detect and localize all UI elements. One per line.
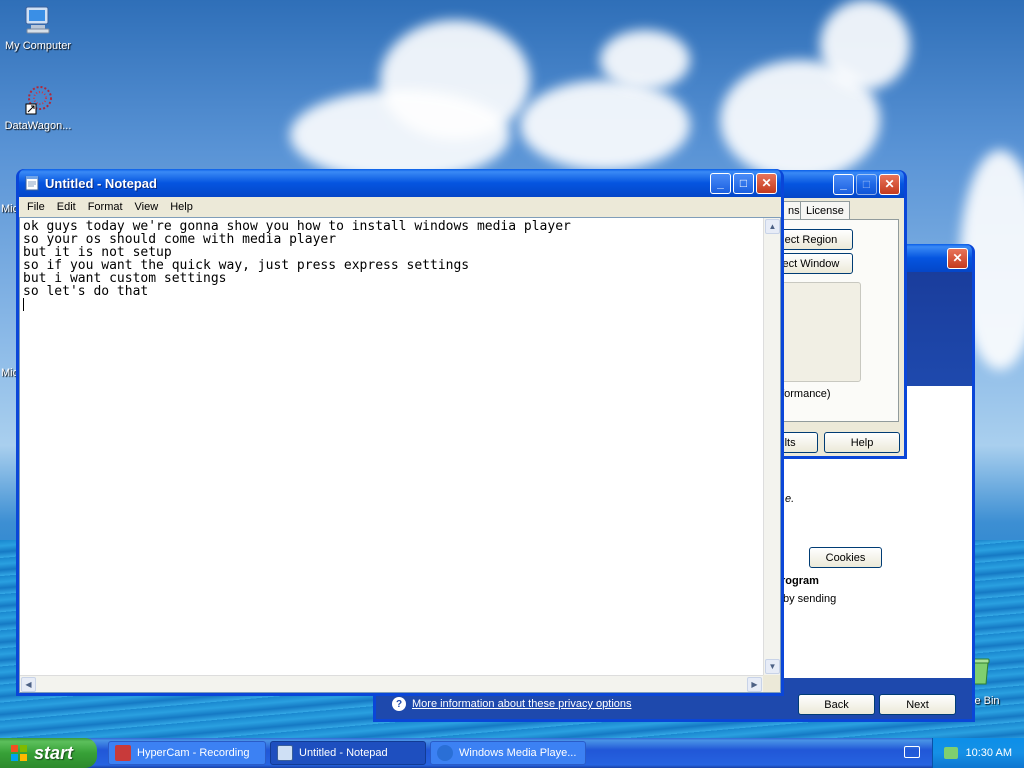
taskbar-item-label: Untitled - Notepad (299, 747, 388, 759)
editor-content: ok guys today we're gonna show you how t… (23, 219, 571, 299)
media-player-icon (437, 745, 453, 761)
taskbar-item-notepad[interactable]: Untitled - Notepad (270, 741, 426, 765)
desktop-icon-label-partial: le Bin (972, 695, 1000, 707)
menu-edit[interactable]: Edit (51, 201, 82, 213)
desktop-icon-label: My Computer (4, 40, 72, 52)
menu-format[interactable]: Format (82, 201, 129, 213)
maximize-button[interactable]: □ (733, 172, 754, 194)
back-button[interactable]: Back (798, 694, 875, 715)
vertical-scrollbar[interactable]: ▲ ▼ (763, 218, 780, 675)
text-editor[interactable]: ok guys today we're gonna show you how t… (19, 217, 781, 693)
close-button[interactable]: ✕ (947, 247, 968, 269)
scroll-up-icon[interactable]: ▲ (765, 219, 780, 234)
tab-license[interactable]: License (800, 201, 850, 219)
start-label: start (34, 742, 74, 763)
menu-bar: File Edit Format View Help (19, 197, 781, 217)
taskbar-item-wmp[interactable]: Windows Media Playe... (430, 741, 586, 765)
system-tray: 10:30 AM (932, 738, 1024, 768)
computer-icon (22, 4, 54, 36)
minimize-button[interactable]: _ (833, 173, 854, 195)
privacy-link-row: ? More information about these privacy o… (392, 697, 632, 711)
hypercam-icon (115, 745, 131, 761)
help-button[interactable]: Help (824, 432, 900, 453)
scroll-down-icon[interactable]: ▼ (765, 659, 780, 674)
minimize-button[interactable]: _ (710, 172, 731, 194)
close-button[interactable]: ✕ (756, 172, 777, 194)
notepad-titlebar[interactable]: Untitled - Notepad _ □ ✕ (19, 169, 781, 197)
keyboard-icon[interactable] (904, 746, 920, 758)
taskbar-item-label: Windows Media Playe... (459, 747, 577, 759)
network-icon[interactable] (943, 747, 958, 759)
next-button[interactable]: Next (879, 694, 956, 715)
notepad-window: Untitled - Notepad _ □ ✕ File Edit Forma… (16, 169, 784, 696)
setup-text: e. (785, 493, 795, 505)
privacy-info-link[interactable]: More information about these privacy opt… (412, 698, 632, 710)
text-caret (23, 298, 24, 311)
taskbar-item-hypercam[interactable]: HyperCam - Recording (108, 741, 266, 765)
taskbar-item-label: HyperCam - Recording (137, 747, 250, 759)
desktop-icon-datawagon[interactable]: DataWagon... (0, 84, 78, 132)
scroll-left-icon[interactable]: ◀ (21, 677, 36, 692)
window-title: Untitled - Notepad (45, 175, 157, 191)
notepad-icon (277, 745, 293, 761)
datawagon-icon (22, 84, 54, 116)
start-button[interactable]: start (0, 738, 97, 768)
menu-help[interactable]: Help (164, 201, 199, 213)
maximize-button: □ (856, 173, 877, 195)
scroll-right-icon[interactable]: ▶ (747, 677, 762, 692)
cookies-button[interactable]: Cookies (809, 547, 882, 568)
desktop-icon-my-computer[interactable]: My Computer (0, 4, 78, 52)
notepad-icon (25, 175, 39, 191)
taskbar: start HyperCam - Recording Untitled - No… (0, 738, 1024, 768)
menu-file[interactable]: File (21, 201, 51, 213)
menu-view[interactable]: View (129, 201, 165, 213)
resize-grip[interactable] (763, 675, 780, 692)
close-button[interactable]: ✕ (879, 173, 900, 195)
setup-text: by sending (783, 593, 837, 605)
help-circle-icon: ? (392, 697, 406, 711)
section-heading: rogram (781, 575, 819, 587)
clock[interactable]: 10:30 AM (966, 747, 1012, 759)
windows-logo-icon (10, 744, 28, 762)
desktop-icon-label: DataWagon... (4, 120, 72, 132)
horizontal-scrollbar[interactable]: ◀ ▶ (20, 675, 763, 692)
